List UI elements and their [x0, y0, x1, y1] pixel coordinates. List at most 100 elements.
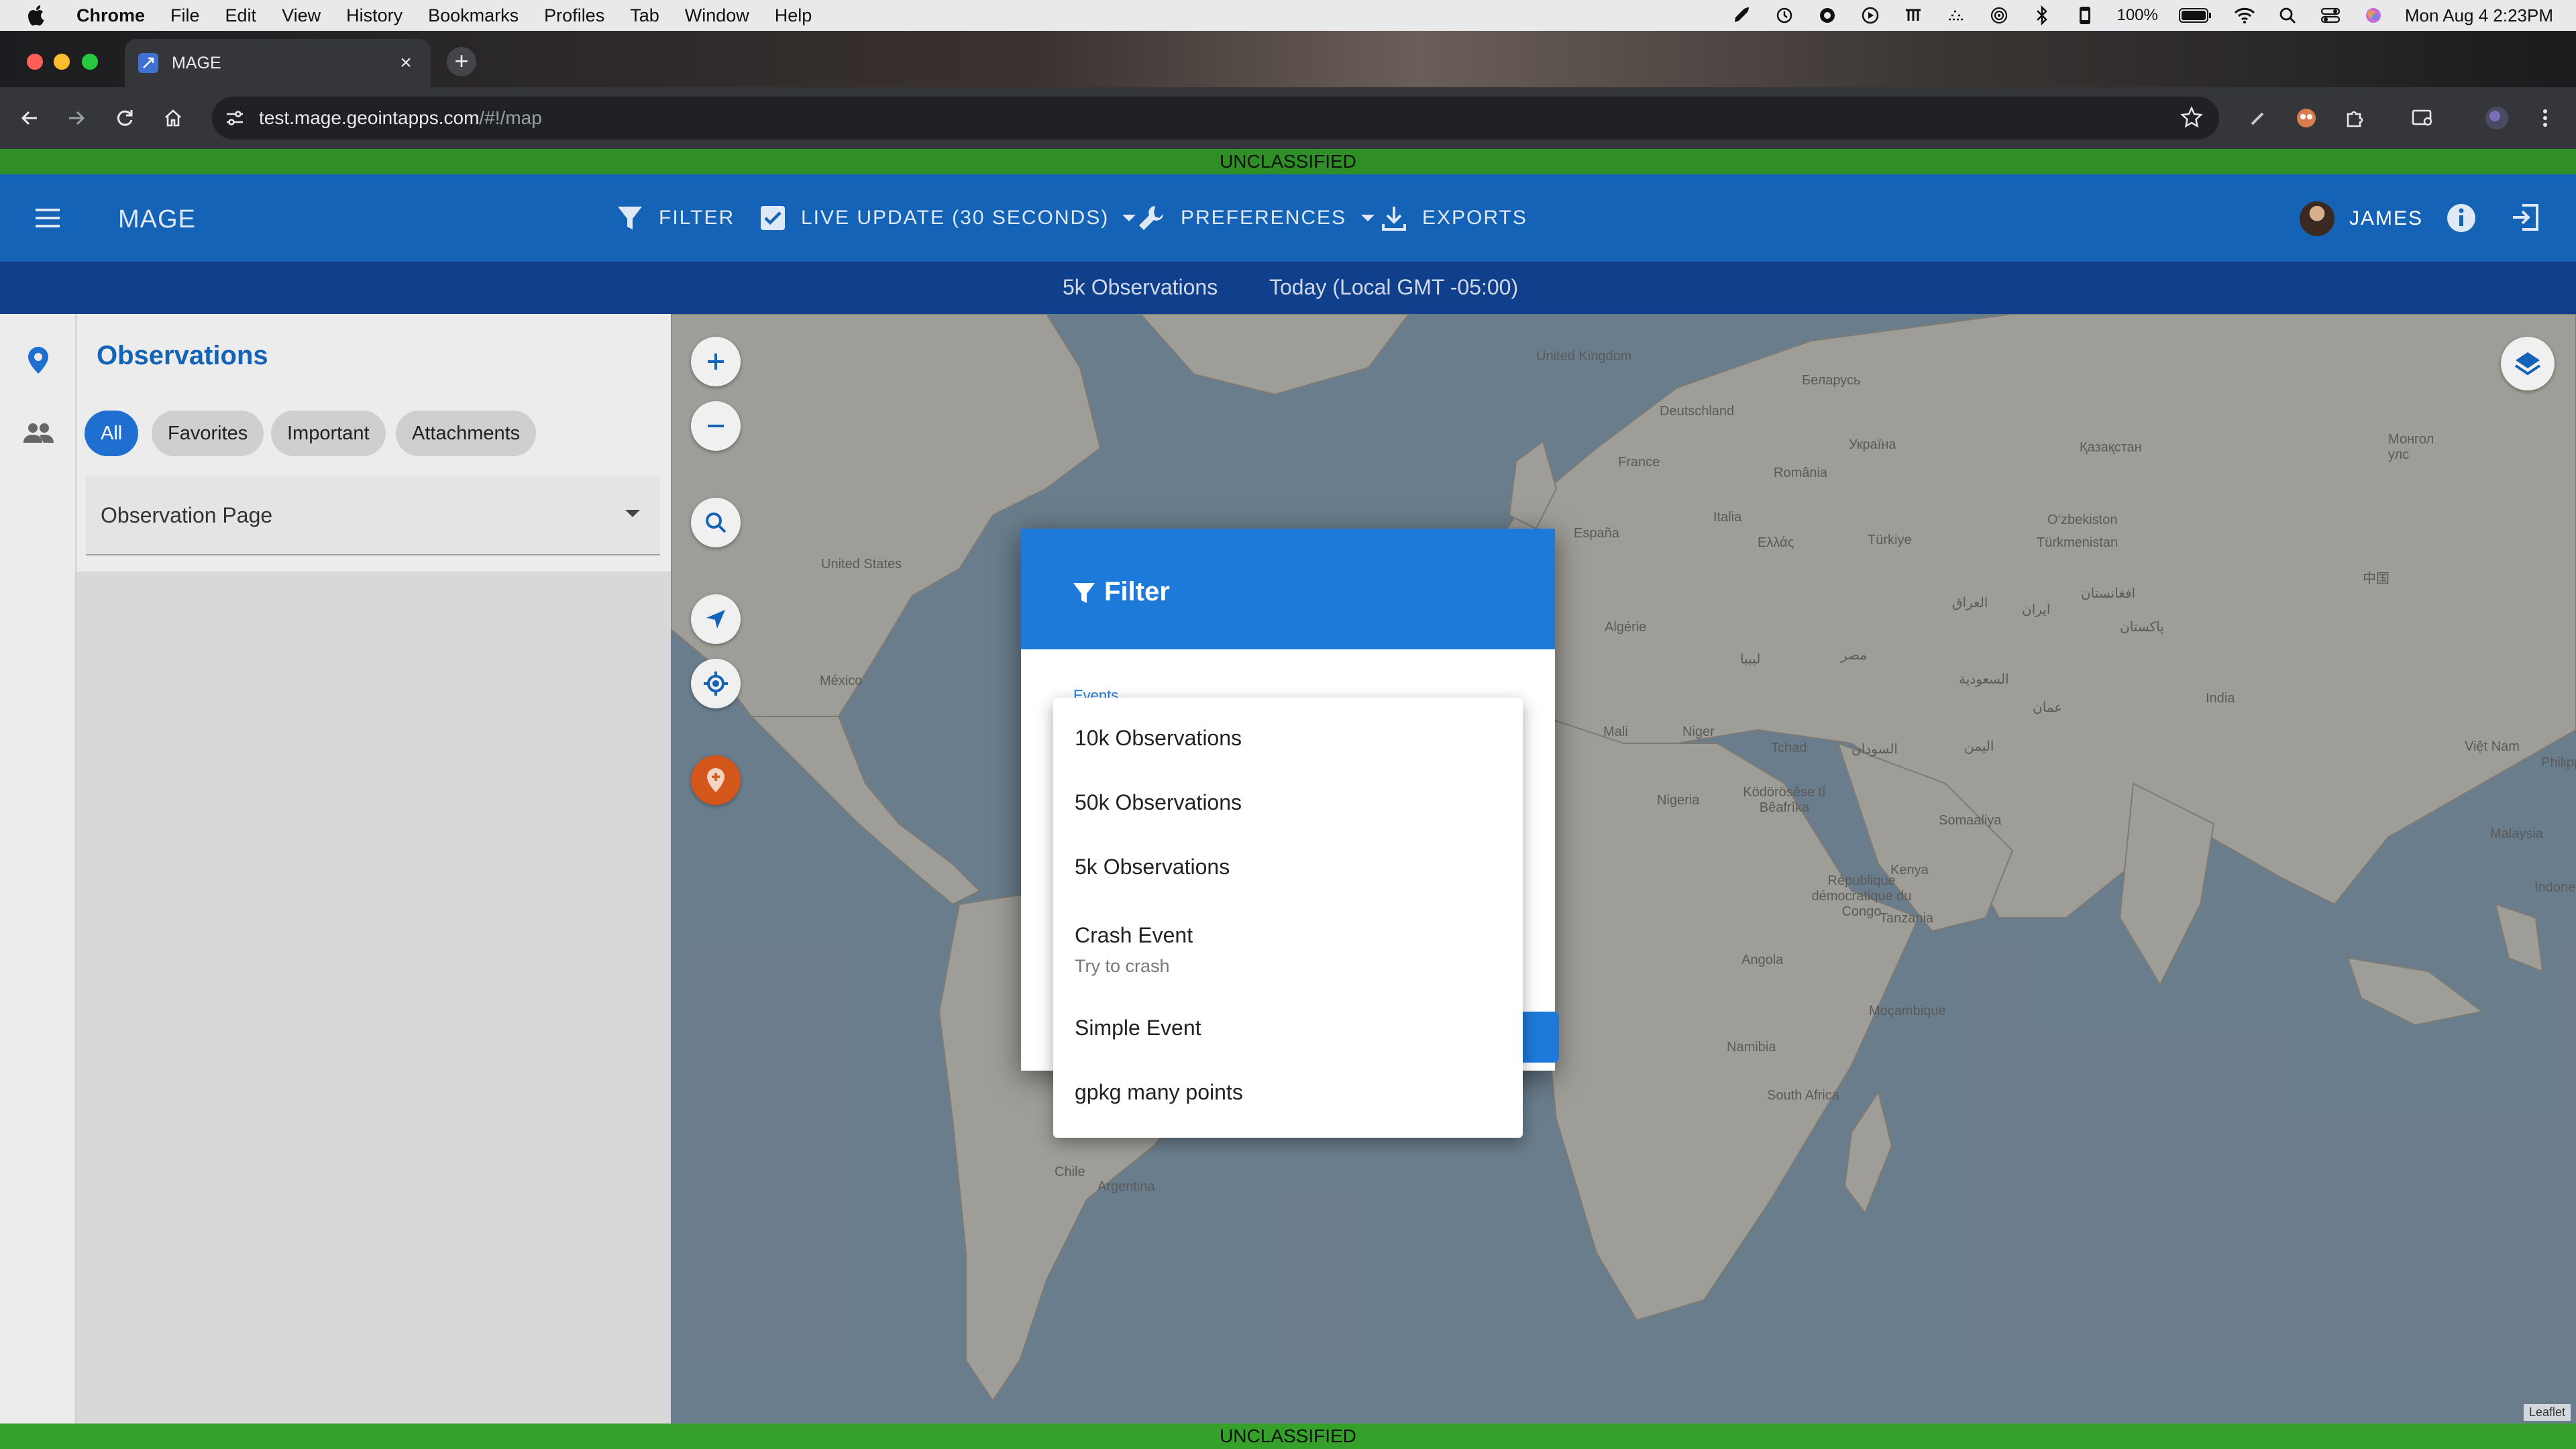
weather-icon[interactable]	[1945, 4, 1968, 27]
apple-icon[interactable]	[23, 2, 50, 29]
menu-view[interactable]: View	[282, 5, 321, 26]
phone-icon[interactable]	[2074, 4, 2096, 27]
home-icon[interactable]	[158, 103, 188, 133]
map-label: United Kingdom	[1536, 349, 1632, 364]
clock[interactable]: Mon Aug 4 2:23PM	[2405, 5, 2553, 26]
map-label: Монгол улс	[2388, 432, 2434, 462]
address-bar[interactable]: test.mage.geointapps.com/#!/map	[212, 97, 2219, 140]
battery-icon[interactable]	[2178, 4, 2213, 27]
tab-close-icon[interactable]: ×	[394, 52, 417, 74]
back-icon[interactable]	[15, 103, 44, 133]
event-option-gpkg[interactable]: gpkg many points	[1053, 1080, 1523, 1105]
forward-icon[interactable]	[62, 103, 91, 133]
chip-important[interactable]: Important	[271, 411, 386, 456]
new-observation-button[interactable]	[691, 755, 741, 805]
rocket-icon[interactable]	[1730, 4, 1753, 27]
browser-tab[interactable]: MAGE ×	[125, 39, 431, 87]
time-filter-label[interactable]: Today (Local GMT -05:00)	[1269, 275, 1518, 300]
live-update-button[interactable]: LIVE UPDATE (30 SECONDS)	[759, 200, 1136, 236]
modal-backdrop[interactable]	[671, 314, 2576, 1424]
map-label: United States	[821, 557, 902, 572]
event-option-label: 5k Observations	[1075, 855, 1230, 879]
chip-favorites[interactable]: Favorites	[152, 411, 264, 456]
event-option-crash[interactable]: Crash Event Try to crash	[1053, 923, 1523, 977]
map-label: Namibia	[1727, 1040, 1776, 1055]
observation-page-select[interactable]: Observation Page	[86, 476, 660, 555]
site-info-icon[interactable]	[224, 107, 246, 132]
extensions-puzzle-icon[interactable]	[2340, 103, 2369, 133]
extension-pen-icon[interactable]	[2243, 103, 2273, 133]
chrome-menu-icon[interactable]	[2530, 103, 2560, 133]
map-label: Angola	[1741, 953, 1784, 967]
play-icon[interactable]	[1859, 4, 1882, 27]
current-event-label[interactable]: 5k Observations	[1063, 275, 1218, 300]
map-label: India	[2206, 691, 2235, 706]
bluetooth-icon[interactable]	[2031, 4, 2053, 27]
map-search-button[interactable]	[691, 498, 741, 547]
preferences-button[interactable]: PREFERENCES	[1136, 200, 1375, 236]
profile-avatar-icon[interactable]	[2482, 103, 2512, 133]
app-title[interactable]: MAGE	[118, 205, 196, 234]
chevron-down-icon	[1122, 215, 1136, 221]
event-option-label: 10k Observations	[1075, 726, 1242, 750]
window-close-button[interactable]	[27, 54, 43, 70]
control-center-icon[interactable]	[2319, 4, 2342, 27]
bookmark-star-icon[interactable]	[2180, 106, 2203, 132]
wrench-icon	[1139, 206, 1163, 230]
menu-bookmarks[interactable]: Bookmarks	[428, 5, 519, 26]
observations-panel: Observations All Favorites Important Att…	[76, 314, 671, 1424]
wifi-icon[interactable]	[2233, 4, 2256, 27]
event-option-5k[interactable]: 5k Observations	[1053, 855, 1523, 879]
exports-button[interactable]: EXPORTS	[1381, 200, 1527, 236]
map-label: Deutschland	[1660, 404, 1735, 419]
event-status-bar: 5k Observations Today (Local GMT -05:00)	[0, 262, 2576, 314]
plugins-icon[interactable]	[1902, 4, 1925, 27]
status-circle-icon[interactable]	[1816, 4, 1839, 27]
map-label: Việt Nam	[2465, 739, 2520, 754]
menu-history[interactable]: History	[346, 5, 402, 26]
live-update-label: LIVE UPDATE (30 SECONDS)	[801, 207, 1110, 229]
navigate-button[interactable]	[691, 594, 741, 644]
window-zoom-button[interactable]	[82, 54, 98, 70]
menu-icon[interactable]	[31, 201, 64, 235]
menu-tab[interactable]: Tab	[630, 5, 659, 26]
chip-attachments[interactable]: Attachments	[396, 411, 537, 456]
filter-button[interactable]: FILTER	[616, 200, 735, 236]
menu-edit[interactable]: Edit	[225, 5, 257, 26]
reload-icon[interactable]	[110, 103, 140, 133]
menu-profiles[interactable]: Profiles	[544, 5, 604, 26]
exports-label: EXPORTS	[1422, 207, 1527, 229]
map-label: عمان	[2033, 700, 2063, 715]
spotlight-search-icon[interactable]	[2276, 4, 2299, 27]
logout-icon[interactable]	[2510, 203, 2540, 235]
window-minimize-button[interactable]	[54, 54, 70, 70]
my-location-button[interactable]	[691, 659, 741, 708]
leaflet-attribution[interactable]: Leaflet	[2523, 1404, 2571, 1421]
tab-search-icon[interactable]	[2408, 103, 2438, 133]
map-label: O‘zbekiston	[2047, 513, 2118, 527]
menu-window[interactable]: Window	[685, 5, 749, 26]
airdrop-icon[interactable]	[1988, 4, 2010, 27]
layers-button[interactable]	[2501, 337, 2555, 390]
menu-app-name[interactable]: Chrome	[76, 5, 145, 26]
user-menu[interactable]: JAMES	[2300, 200, 2423, 237]
info-icon[interactable]	[2446, 203, 2477, 237]
map[interactable]: United Kingdom Беларусь Deutschland Укра…	[671, 314, 2576, 1424]
menu-file[interactable]: File	[170, 5, 200, 26]
event-option-label: gpkg many points	[1075, 1080, 1243, 1104]
map-marker-icon[interactable]	[20, 342, 56, 378]
menu-help[interactable]: Help	[775, 5, 812, 26]
new-tab-button[interactable]: +	[447, 47, 476, 76]
map-label: Беларусь	[1802, 373, 1861, 388]
event-option-50k[interactable]: 50k Observations	[1053, 790, 1523, 815]
event-option-10k[interactable]: 10k Observations	[1053, 726, 1523, 751]
chip-all[interactable]: All	[85, 411, 139, 456]
extension-avatar-icon[interactable]	[2292, 103, 2321, 133]
time-machine-icon[interactable]	[1773, 4, 1796, 27]
event-option-simple[interactable]: Simple Event	[1053, 1016, 1523, 1040]
zoom-in-button[interactable]	[691, 337, 741, 386]
dialog-title: Filter	[1104, 577, 1170, 606]
siri-icon[interactable]	[2362, 4, 2385, 27]
people-icon[interactable]	[20, 415, 56, 451]
zoom-out-button[interactable]	[691, 401, 741, 451]
